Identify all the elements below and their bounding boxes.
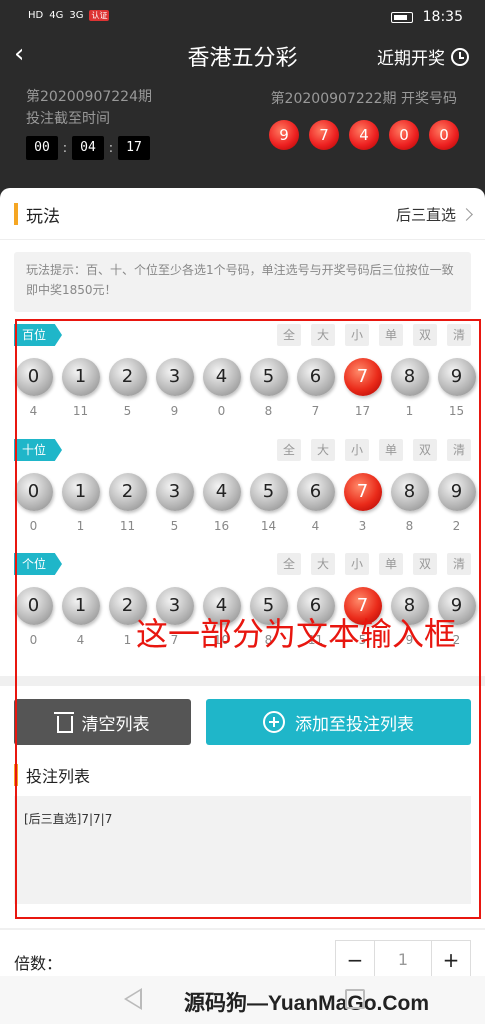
timer-hours: 00 [26, 136, 58, 160]
recent-draws-button[interactable]: 近期开奖 [377, 44, 469, 69]
plus-button[interactable]: + [432, 941, 470, 979]
play-hint: 玩法提示：百、十、个位至少各选1个号码，单注选号与开奖号码后三位按位一致即中奖1… [14, 252, 471, 312]
multiplier-stepper: − 1 + [335, 940, 471, 980]
draw-number: 7 [309, 120, 339, 150]
system-nav-bar: 源码狗—YuanMaGo.Com [0, 976, 485, 1024]
draw-number: 0 [429, 120, 459, 150]
play-label: 玩法 [26, 207, 60, 227]
signal-3g: 3G [69, 10, 84, 21]
recent-draws-label: 近期开奖 [377, 49, 445, 69]
timer-minutes: 04 [72, 136, 104, 160]
nav-back-icon[interactable] [124, 988, 142, 1010]
current-issue: 第20200907224期 [26, 89, 152, 105]
watermark: 源码狗—YuanMaGo.Com [184, 992, 430, 1015]
play-selector[interactable]: 玩法 后三直选 [0, 188, 485, 240]
network-indicator: HD [28, 10, 44, 21]
play-type-label: 后三直选 [395, 206, 456, 224]
status-badge: 认证 [89, 10, 110, 21]
play-type[interactable]: 后三直选 [395, 204, 473, 225]
draw-number: 0 [389, 120, 419, 150]
recent-apps-icon[interactable] [345, 989, 365, 1009]
timer-seconds: 17 [118, 136, 150, 160]
chevron-right-icon [460, 208, 473, 221]
app-header: HD 4G 3G 认证 18:35 ‹ 香港五分彩 近期开奖 第20200907… [0, 0, 485, 200]
draw-number: 9 [269, 120, 299, 150]
previous-issue: 第20200907222期 开奖号码 [270, 91, 457, 107]
battery-icon [390, 11, 413, 23]
countdown-timer: 00 : 04 : 17 [26, 136, 150, 160]
draw-numbers: 9 7 4 0 0 [269, 120, 459, 150]
minus-button[interactable]: − [336, 941, 374, 979]
status-time: 18:35 [422, 9, 463, 25]
status-bar: HD 4G 3G 认证 18:35 [0, 0, 485, 36]
signal-4g: 4G [49, 10, 64, 21]
clock-icon [451, 47, 469, 66]
annotation-text: 这一部分为文本输入框 [136, 615, 457, 653]
multiplier-row: 倍数： − 1 + [0, 930, 485, 980]
deadline-label: 投注截至时间 [26, 111, 110, 127]
multiplier-value[interactable]: 1 [374, 941, 432, 979]
draw-number: 4 [349, 120, 379, 150]
multiplier-label: 倍数： [14, 954, 63, 973]
